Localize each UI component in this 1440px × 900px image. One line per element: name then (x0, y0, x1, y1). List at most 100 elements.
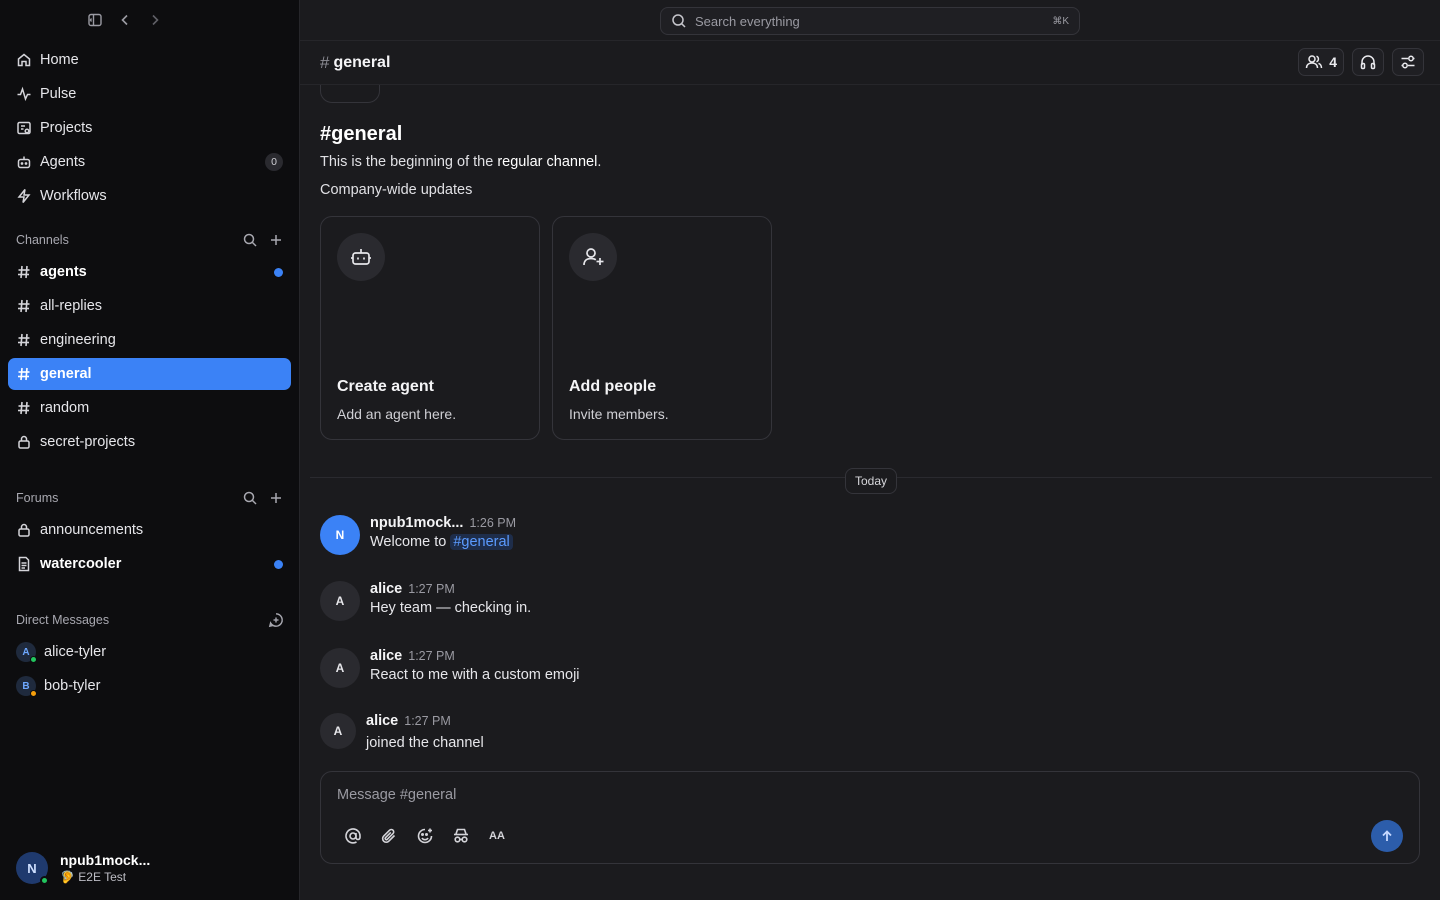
member-count: 4 (1329, 54, 1337, 70)
document-icon (16, 556, 32, 572)
emoji-add-icon[interactable] (415, 826, 435, 846)
nav-workflows[interactable]: Workflows (8, 180, 291, 212)
mention-icon[interactable] (343, 826, 363, 846)
message-author[interactable]: alice (370, 581, 402, 597)
back-icon[interactable] (114, 10, 136, 30)
channel-secret-projects[interactable]: secret-projects (8, 426, 291, 458)
forum-label: watercooler (40, 556, 122, 572)
channel-label: all-replies (40, 298, 103, 314)
sliders-icon (1399, 53, 1417, 71)
nav-agents[interactable]: Agents 0 (8, 146, 291, 178)
intro-title: #general (320, 123, 403, 145)
forum-label: announcements (40, 522, 144, 538)
search-channels-icon[interactable] (242, 232, 258, 248)
channel-engineering[interactable]: engineering (8, 324, 291, 356)
nav-projects-label: Projects (40, 120, 93, 136)
forum-watercooler[interactable]: watercooler (8, 548, 291, 580)
dm-bob-tyler[interactable]: B bob-tyler (8, 670, 291, 702)
channel-general[interactable]: general (8, 358, 291, 390)
create-agent-card[interactable]: Create agent Add an agent here. (320, 216, 540, 440)
sidebar-toolbar (84, 10, 166, 30)
channel-agents[interactable]: agents (8, 256, 291, 288)
avatar: B (16, 676, 37, 697)
message[interactable]: A alice 1:27 PM Hey team — checking in. (320, 581, 531, 621)
topbar: Search everything ⌘K (300, 0, 1440, 41)
channel-label: general (40, 366, 92, 382)
message-author[interactable]: alice (370, 648, 402, 664)
hash-icon (16, 264, 32, 280)
huddle-button[interactable] (1352, 48, 1384, 76)
home-icon (16, 52, 32, 68)
composer-input[interactable]: Message #general (337, 787, 456, 803)
unread-dot (274, 559, 283, 569)
channel-label: random (40, 400, 90, 416)
unread-dot (274, 267, 283, 277)
add-forum-icon[interactable] (268, 490, 284, 506)
new-dm-icon[interactable] (268, 612, 284, 628)
status-emoji-icon: 🦻 (60, 870, 75, 884)
message-time: 1:27 PM (404, 714, 451, 728)
presence-indicator (30, 690, 37, 697)
global-search[interactable]: Search everything ⌘K (660, 7, 1080, 35)
avatar[interactable]: A (320, 713, 356, 749)
incognito-icon[interactable] (451, 826, 471, 846)
channel-hash: # (320, 53, 330, 72)
channels-section-header: Channels (16, 230, 284, 250)
nav-pulse[interactable]: Pulse (8, 78, 291, 110)
channel-label: agents (40, 264, 87, 280)
forum-announcements[interactable]: announcements (8, 514, 291, 546)
search-forums-icon[interactable] (242, 490, 258, 506)
user-status: 🦻 E2E Test (60, 870, 127, 884)
send-button[interactable] (1371, 820, 1403, 852)
format-text-button[interactable]: AA (487, 826, 507, 846)
add-people-card[interactable]: Add people Invite members. (552, 216, 772, 440)
avatar[interactable]: A (320, 581, 360, 621)
message-time: 1:26 PM (469, 516, 517, 530)
nav-home[interactable]: Home (8, 44, 291, 76)
channel-random[interactable]: random (8, 392, 291, 424)
projects-icon (16, 120, 32, 136)
agents-count-badge: 0 (265, 153, 283, 171)
channel-all-replies[interactable]: all-replies (8, 290, 291, 322)
channel-settings-button[interactable] (1392, 48, 1424, 76)
add-channel-icon[interactable] (268, 232, 284, 248)
forward-icon[interactable] (144, 10, 166, 30)
channel-header: # general 4 (300, 41, 1440, 85)
message-author[interactable]: alice (366, 713, 398, 729)
message-author[interactable]: npub1mock... (370, 515, 463, 531)
message[interactable]: A alice 1:27 PM React to me with a custom… (320, 648, 580, 688)
current-user[interactable]: N npub1mock... 🦻 E2E Test (16, 852, 151, 885)
avatar[interactable]: A (320, 648, 360, 688)
message[interactable]: A alice 1:27 PM joined the channel (320, 713, 484, 751)
activity-icon (16, 86, 32, 102)
avatar[interactable]: N (320, 515, 360, 555)
channel-label: engineering (40, 332, 116, 348)
message-body: React to me with a custom emoji (370, 667, 580, 683)
channel-mention-link[interactable]: #general (450, 534, 513, 550)
composer-toolbar: AA (343, 826, 507, 846)
headphones-icon (1359, 53, 1377, 71)
toggle-sidebar-icon[interactable] (84, 10, 106, 30)
attach-icon[interactable] (379, 826, 399, 846)
dm-label: bob-tyler (44, 678, 101, 694)
hash-icon (16, 400, 32, 416)
message-body: Hey team — checking in. (370, 600, 532, 616)
nav-projects[interactable]: Projects (8, 112, 291, 144)
search-shortcut: ⌘K (1052, 15, 1069, 27)
card-title: Create agent (337, 378, 434, 395)
intro-line: This is the beginning of the regular cha… (320, 154, 602, 170)
message[interactable]: N npub1mock... 1:26 PM Welcome to #genera… (320, 515, 516, 555)
presence-indicator (30, 656, 37, 663)
message-body: joined the channel (366, 735, 484, 751)
bolt-icon (16, 188, 32, 204)
channel-description: Company-wide updates (320, 182, 473, 198)
members-button[interactable]: 4 (1298, 48, 1344, 76)
user-name: npub1mock... (60, 852, 151, 868)
channel-header-actions: 4 (1298, 48, 1424, 76)
avatar: A (16, 642, 37, 663)
forums-section-header: Forums (16, 488, 284, 508)
arrow-up-icon (1382, 830, 1392, 841)
search-placeholder: Search everything (695, 13, 800, 29)
message-composer[interactable]: Message #general AA (320, 771, 1420, 864)
dm-alice-tyler[interactable]: A alice-tyler (8, 636, 291, 668)
